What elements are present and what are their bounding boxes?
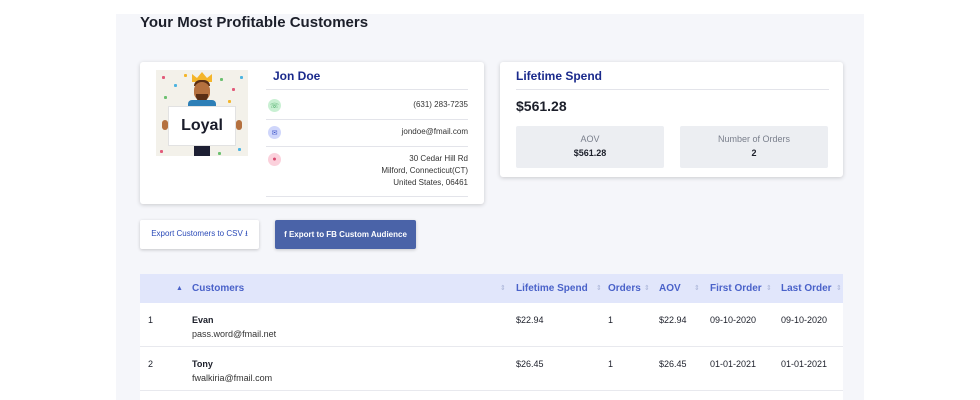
lifetime-spend-title: Lifetime Spend [516,69,603,83]
lifetime-spend-card: Lifetime Spend $561.28 AOV $561.28 Numbe… [500,62,843,177]
orders-stat: Number of Orders 2 [680,126,828,168]
column-header-last-order[interactable]: Last Order [781,274,832,303]
phone-row: ☏ (631) 283-7235 [266,96,468,118]
first-order-cell: 01-01-2021 [710,359,757,369]
customers-table: ▲ Customers ⇕ Lifetime Spend ⇕ Orders ⇕ … [140,274,843,400]
lifetime-spend-cell: $22.94 [516,315,544,325]
table-header: ▲ Customers ⇕ Lifetime Spend ⇕ Orders ⇕ … [140,274,843,303]
aov-label: AOV [580,134,600,144]
aov-value: $561.28 [573,148,607,158]
orders-cell: 1 [608,359,614,369]
row-index: 2 [148,359,154,369]
divider [516,89,829,90]
orders-cell: 1 [608,315,614,325]
lifetime-spend-cell: $26.45 [516,359,544,369]
table-row[interactable]: 1 Evan pass.word@fmail.net $22.94 1 $22.… [140,303,843,347]
column-header-first-order[interactable]: First Order [710,274,762,303]
aov-stat: AOV $561.28 [516,126,664,168]
orders-value: 2 [751,148,757,158]
loyal-customer-illustration: Loyal [156,70,248,156]
sort-icon[interactable]: ⇕ [596,274,602,303]
email-address: jondoe@fmail.com [401,127,468,136]
aov-cell: $22.94 [659,315,687,325]
sort-icon[interactable]: ⇕ [694,274,700,303]
orders-label: Number of Orders [717,134,791,144]
phone-number: (631) 283-7235 [413,100,468,109]
address-row: ● 30 Cedar Hill Rd Milford, Connecticut(… [266,150,468,194]
divider [266,146,468,147]
export-csv-button[interactable]: Export Customers to CSV ⭳ [140,220,259,249]
customer-card: Loyal Jon Doe ☏ (631) 283-7235 ✉ jondoe@… [140,62,484,204]
lifetime-spend-value: $561.28 [516,98,567,114]
export-fb-audience-button[interactable]: f Export to FB Custom Audience [275,220,416,249]
customer-email: fwalkiria@fmail.com [192,373,273,383]
sort-icon[interactable]: ⇕ [836,274,842,303]
customer-name[interactable]: Jon Doe [273,69,320,83]
map-pin-icon: ● [268,153,281,166]
envelope-icon: ✉ [268,126,281,139]
divider [266,89,468,90]
loyal-sign: Loyal [168,106,236,146]
column-header-customers[interactable]: Customers [192,274,244,303]
sort-icon[interactable]: ⇕ [766,274,772,303]
email-row: ✉ jondoe@fmail.com [266,123,468,145]
column-header-aov[interactable]: AOV [659,274,681,303]
table-row[interactable]: 2 Tony fwalkiria@fmail.com $26.45 1 $26.… [140,347,843,391]
address-line-3: United States, 06461 [393,178,468,187]
last-order-cell: 09-10-2020 [781,315,828,325]
divider [266,119,468,120]
customer-name: Tony [192,359,213,369]
customer-email: pass.word@fmail.net [192,329,277,339]
page-title: Your Most Profitable Customers [140,14,369,31]
column-header-orders[interactable]: Orders [608,274,641,303]
first-order-cell: 09-10-2020 [710,315,757,325]
last-order-cell: 01-01-2021 [781,359,828,369]
customer-name: Evan [192,315,214,325]
phone-icon: ☏ [268,99,281,112]
address-line-1: 30 Cedar Hill Rd [409,154,468,163]
address-line-2: Milford, Connecticut(CT) [381,166,468,175]
row-index: 1 [148,315,154,325]
column-header-lifetime-spend[interactable]: Lifetime Spend [516,274,588,303]
sort-ascending-icon[interactable]: ▲ [176,274,183,303]
sort-icon[interactable]: ⇕ [644,274,650,303]
divider [266,196,468,197]
address: 30 Cedar Hill Rd Milford, Connecticut(CT… [381,153,468,189]
aov-cell: $26.45 [659,359,687,369]
sort-icon[interactable]: ⇕ [500,274,506,303]
